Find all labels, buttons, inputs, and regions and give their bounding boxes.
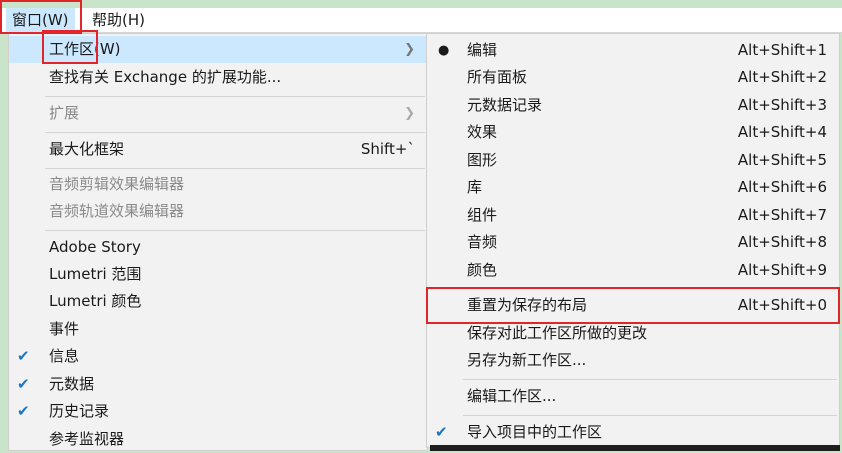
menu-item-label: 信息 (49, 347, 80, 365)
workspace-item[interactable]: 效果 Alt+Shift+4 (427, 119, 839, 146)
menu-item-label: 最大化框架 (49, 140, 125, 158)
menu-item-workspace[interactable]: 工作区(W) ❯ (9, 36, 427, 63)
menu-item-lumetri-scopes[interactable]: Lumetri 范围 (9, 261, 427, 288)
workspace-item[interactable]: 图形 Alt+Shift+5 (427, 147, 839, 174)
menu-item-label: 重置为保存的布局 (467, 296, 588, 314)
menu-item-label: 查找有关 Exchange 的扩展功能... (49, 68, 282, 86)
workspace-item[interactable]: 音频 Alt+Shift+8 (427, 229, 839, 256)
menu-item-shortcut: Alt+Shift+9 (737, 261, 827, 279)
menu-item-shortcut: Alt+Shift+2 (737, 68, 827, 86)
menu-separator (463, 415, 837, 416)
menu-item-shortcut: Alt+Shift+1 (737, 41, 827, 59)
menu-item-label: 效果 (467, 123, 498, 141)
menu-separator (463, 379, 837, 380)
menu-item-label: 事件 (49, 320, 80, 338)
menu-item-lumetri-color[interactable]: Lumetri 颜色 (9, 288, 427, 315)
menu-item-reference-monitor[interactable]: 参考监视器 (9, 426, 427, 453)
menu-item-label: Lumetri 范围 (49, 265, 142, 283)
menu-item-metadata[interactable]: ✔ 元数据 (9, 371, 427, 398)
menu-separator (45, 132, 425, 133)
menu-item-label: 元数据记录 (467, 96, 543, 114)
checkmark-icon: ✔ (435, 423, 448, 441)
menu-item-maximize-frame[interactable]: 最大化框架 Shift+` (9, 136, 427, 163)
menu-help[interactable]: 帮助(H) (86, 8, 151, 32)
menu-item-label: 编辑工作区... (467, 387, 557, 405)
menu-item-label: 颜色 (467, 261, 498, 279)
menu-item-edit-workspaces[interactable]: 编辑工作区... (427, 383, 839, 410)
menu-item-label: 音频轨道效果编辑器 (49, 202, 185, 220)
background-strip (430, 445, 840, 451)
menu-item-audio-clip-effects: 音频剪辑效果编辑器 (9, 171, 427, 198)
menu-item-events[interactable]: 事件 (9, 316, 427, 343)
menu-item-label: 参考监视器 (49, 430, 125, 448)
menu-item-shortcut: Alt+Shift+4 (737, 123, 827, 141)
menu-item-save-changes[interactable]: 保存对此工作区所做的更改 (427, 320, 839, 347)
menu-item-label: 编辑 (467, 41, 498, 59)
workspace-item[interactable]: 元数据记录 Alt+Shift+3 (427, 92, 839, 119)
checkmark-icon: ✔ (17, 375, 30, 393)
workspace-item[interactable]: ● 编辑 Alt+Shift+1 (427, 37, 839, 64)
menu-item-shortcut: Alt+Shift+7 (737, 206, 827, 224)
menu-bar: 窗口(W) 帮助(H) (0, 8, 842, 33)
menu-item-info[interactable]: ✔ 信息 (9, 343, 427, 370)
menu-item-shortcut: Alt+Shift+6 (737, 178, 827, 196)
menu-item-save-as-new[interactable]: 另存为新工作区... (427, 347, 839, 374)
menu-item-reset-layout[interactable]: 重置为保存的布局 Alt+Shift+0 (427, 292, 839, 319)
menu-item-import-from-project[interactable]: ✔ 导入项目中的工作区 (427, 419, 839, 446)
bullet-dot-icon: ● (438, 43, 450, 58)
menu-separator (45, 96, 425, 97)
menu-item-label: 导入项目中的工作区 (467, 423, 603, 441)
menu-item-extensions: 扩展 ❯ (9, 100, 427, 127)
chevron-right-icon: ❯ (404, 42, 415, 57)
menu-item-shortcut: Alt+Shift+0 (737, 296, 827, 314)
menu-item-label: 库 (467, 178, 483, 196)
workspace-item[interactable]: 颜色 Alt+Shift+9 (427, 257, 839, 284)
menu-item-label: 工作区(W) (49, 40, 121, 58)
menu-item-label: 另存为新工作区... (467, 351, 587, 369)
menu-item-label: 所有面板 (467, 68, 528, 86)
menu-item-adobe-story[interactable]: Adobe Story (9, 234, 427, 261)
menu-item-label: 组件 (467, 206, 498, 224)
workspace-submenu: ● 编辑 Alt+Shift+1 所有面板 Alt+Shift+2 元数据记录 … (426, 33, 840, 448)
menu-item-audio-track-effects: 音频轨道效果编辑器 (9, 198, 427, 225)
menu-item-history[interactable]: ✔ 历史记录 (9, 398, 427, 425)
menu-window[interactable]: 窗口(W) (6, 8, 75, 32)
menu-item-shortcut: Alt+Shift+3 (737, 96, 827, 114)
menu-item-label: 音频剪辑效果编辑器 (49, 175, 185, 193)
checkmark-icon: ✔ (17, 402, 30, 420)
menu-item-shortcut: Shift+` (360, 140, 415, 158)
menu-item-label: 音频 (467, 233, 498, 251)
menu-item-label: 图形 (467, 151, 498, 169)
checkmark-icon: ✔ (17, 347, 30, 365)
workspace-item[interactable]: 所有面板 Alt+Shift+2 (427, 64, 839, 91)
menu-item-find-exchange[interactable]: 查找有关 Exchange 的扩展功能... (9, 64, 427, 91)
menu-item-label: Adobe Story (49, 238, 141, 256)
menu-item-label: 历史记录 (49, 402, 110, 420)
menu-item-shortcut: Alt+Shift+5 (737, 151, 827, 169)
chevron-right-icon: ❯ (404, 106, 415, 121)
menu-item-label: 保存对此工作区所做的更改 (467, 324, 648, 342)
workspace-item[interactable]: 库 Alt+Shift+6 (427, 174, 839, 201)
menu-item-label: Lumetri 颜色 (49, 292, 142, 310)
menu-item-shortcut: Alt+Shift+8 (737, 233, 827, 251)
menu-item-label: 元数据 (49, 375, 95, 393)
menu-separator (45, 168, 425, 169)
menu-separator (45, 230, 425, 231)
workspace-item[interactable]: 组件 Alt+Shift+7 (427, 202, 839, 229)
menu-separator (463, 287, 837, 288)
window-menu-dropdown: 工作区(W) ❯ 查找有关 Exchange 的扩展功能... 扩展 ❯ 最大化… (8, 33, 428, 451)
menu-item-label: 扩展 (49, 104, 80, 122)
